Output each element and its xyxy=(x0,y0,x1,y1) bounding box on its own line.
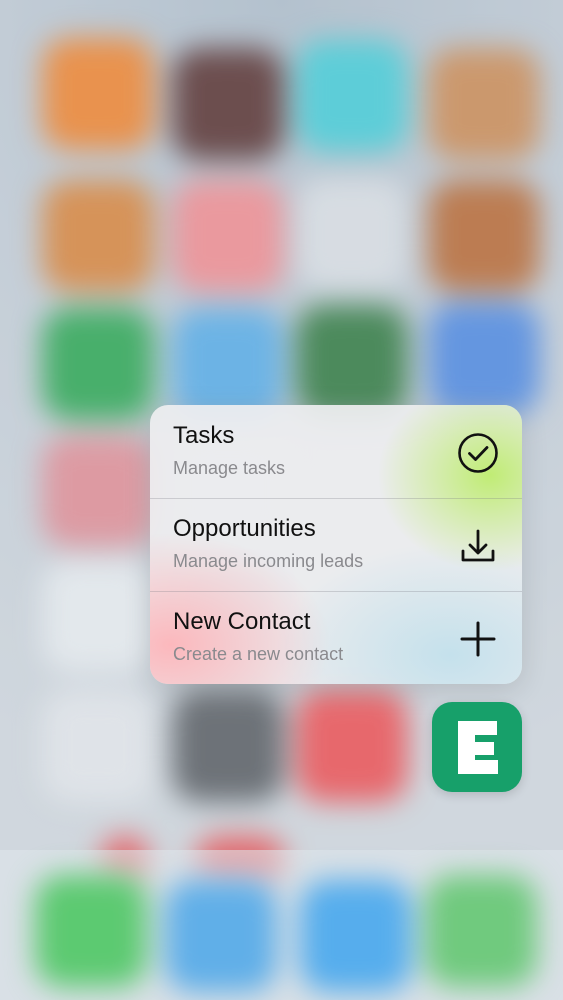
quick-action-opportunities[interactable]: Opportunities Manage incoming leads xyxy=(150,498,522,591)
quick-action-subtitle: Manage incoming leads xyxy=(173,551,364,571)
quick-action-tasks[interactable]: Tasks Manage tasks xyxy=(150,405,522,498)
quick-actions-menu: Tasks Manage tasks Opportunities Manage … xyxy=(150,405,522,684)
quick-action-subtitle: Create a new contact xyxy=(173,644,344,664)
quick-action-title: Tasks xyxy=(173,422,235,449)
quick-action-title: Opportunities xyxy=(173,515,316,542)
quick-action-new-contact[interactable]: New Contact Create a new contact xyxy=(150,591,522,684)
quick-action-subtitle: Manage tasks xyxy=(173,458,286,478)
quick-action-title: New Contact xyxy=(173,608,311,635)
plus-icon xyxy=(456,617,500,661)
checkmark-circle-icon xyxy=(456,431,500,475)
evernote-style-e-icon xyxy=(458,721,498,774)
download-icon xyxy=(456,524,500,568)
app-icon[interactable] xyxy=(432,702,522,792)
